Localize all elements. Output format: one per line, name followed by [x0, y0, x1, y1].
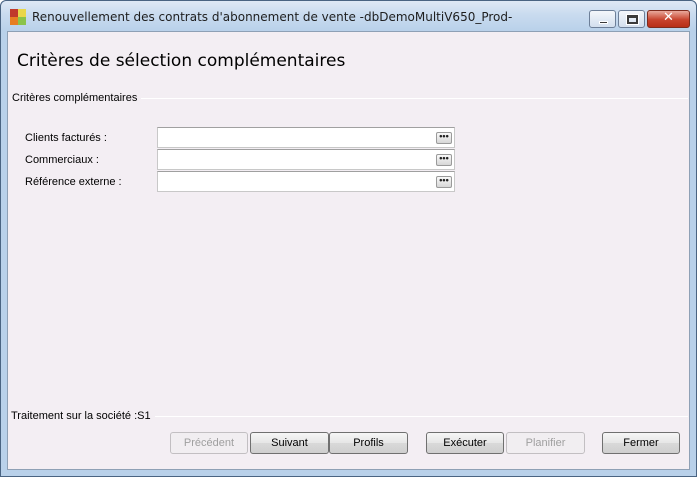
caption-buttons: ✕: [589, 10, 690, 28]
company-label: Traitement sur la société :S1: [11, 410, 155, 422]
maximize-icon: [627, 15, 638, 24]
planifier-button[interactable]: Planifier: [506, 432, 585, 454]
reference-browse-button[interactable]: •••: [436, 176, 452, 188]
clients-browse-button[interactable]: •••: [436, 132, 452, 144]
commerciaux-field[interactable]: •••: [157, 149, 455, 170]
app-icon: [10, 9, 26, 25]
field-label-clients: Clients facturés :: [25, 132, 107, 144]
fermer-button[interactable]: Fermer: [602, 432, 680, 454]
title-bar[interactable]: Renouvellement des contrats d'abonnement…: [1, 1, 696, 31]
precedent-button[interactable]: Précédent: [170, 432, 248, 454]
group-label: Critères complémentaires: [12, 92, 142, 104]
close-icon: ✕: [663, 10, 674, 25]
clients-factures-field[interactable]: •••: [157, 127, 455, 148]
minimize-button[interactable]: [589, 10, 616, 28]
close-button[interactable]: ✕: [647, 10, 690, 28]
profils-button[interactable]: Profils: [329, 432, 408, 454]
minimize-icon: [599, 21, 608, 24]
dialog-body: Critères de sélection complémentaires Cr…: [7, 31, 690, 470]
app-window: Renouvellement des contrats d'abonnement…: [0, 0, 697, 477]
field-label-commerciaux: Commerciaux :: [25, 154, 99, 166]
executer-button[interactable]: Exécuter: [426, 432, 504, 454]
maximize-button[interactable]: [618, 10, 645, 28]
page-title: Critères de sélection complémentaires: [17, 51, 346, 71]
suivant-button[interactable]: Suivant: [250, 432, 329, 454]
field-label-reference: Référence externe :: [25, 176, 122, 188]
reference-externe-field[interactable]: •••: [157, 171, 455, 192]
window-title: Renouvellement des contrats d'abonnement…: [32, 10, 513, 24]
commerciaux-browse-button[interactable]: •••: [436, 154, 452, 166]
